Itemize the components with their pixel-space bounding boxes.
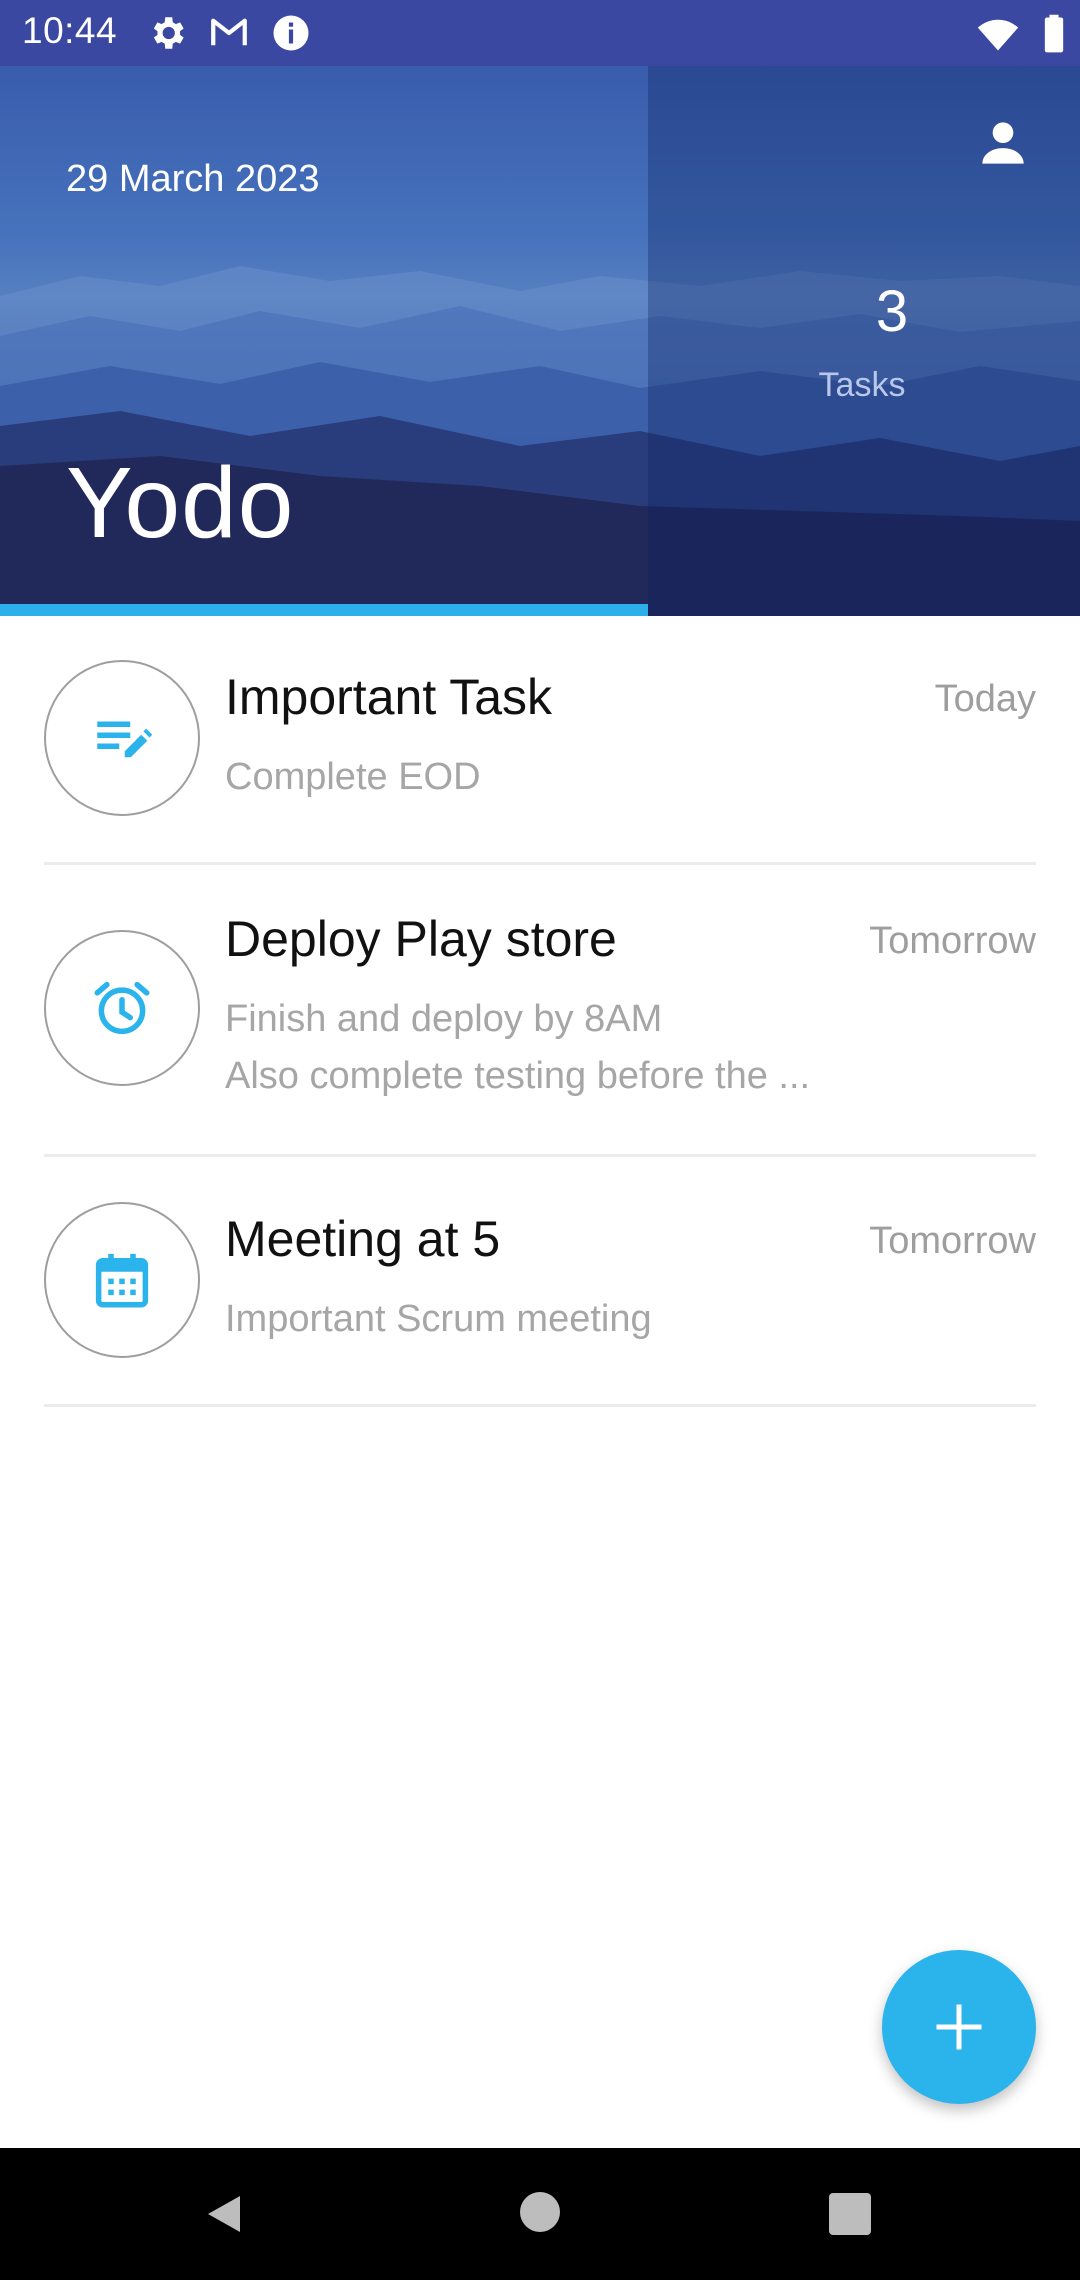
task-icon-circle — [44, 660, 200, 816]
task-title: Deploy Play store — [225, 911, 617, 967]
task-title: Important Task — [225, 669, 553, 725]
plus-icon — [936, 2004, 982, 2050]
task-item-deploy-play-store[interactable]: Deploy Play store Tomorrow Finish and de… — [0, 864, 1080, 1157]
progress-bar — [0, 604, 648, 616]
header-banner: 29 March 2023 Yodo 3 Tasks — [0, 66, 1080, 616]
app-title: Yodo — [66, 447, 295, 559]
back-icon[interactable] — [200, 2190, 248, 2238]
battery-icon — [1044, 14, 1064, 53]
wifi-icon — [977, 19, 1019, 51]
task-description-line-1: Finish and deploy by 8AM — [225, 998, 663, 1040]
current-date: 29 March 2023 — [66, 158, 320, 200]
task-count-label: Tasks — [818, 366, 906, 404]
task-count: 3 — [875, 279, 909, 344]
status-time: 10:44 — [22, 10, 118, 51]
task-item-important-task[interactable]: Important Task Today Complete EOD — [0, 616, 1080, 865]
settings-icon — [153, 17, 184, 49]
divider — [44, 1404, 1036, 1407]
task-icon-circle — [44, 930, 200, 1086]
calendar-icon — [95, 1253, 149, 1308]
navigation-bar — [0, 2148, 1080, 2280]
task-item-meeting-at-5[interactable]: Meeting at 5 Tomorrow Important Scrum me… — [0, 1156, 1080, 1407]
task-icon-circle — [44, 1202, 200, 1358]
task-description-line-2: Also complete testing before the ... — [225, 1055, 811, 1097]
profile-icon[interactable] — [972, 112, 1034, 174]
task-due: Today — [934, 678, 1036, 720]
edit-note-icon — [97, 721, 153, 758]
alarm-clock-icon — [94, 981, 150, 1035]
task-due: Tomorrow — [869, 1220, 1036, 1262]
task-description: Complete EOD — [225, 756, 481, 798]
add-task-button[interactable] — [882, 1950, 1036, 2104]
status-bar: 10:44 — [0, 0, 1080, 66]
home-icon[interactable] — [520, 2192, 560, 2232]
recents-icon[interactable] — [829, 2193, 871, 2235]
task-due: Tomorrow — [869, 920, 1036, 962]
info-icon — [273, 15, 309, 51]
task-description: Important Scrum meeting — [225, 1298, 652, 1340]
gmail-icon — [211, 18, 247, 46]
task-title: Meeting at 5 — [225, 1211, 501, 1267]
